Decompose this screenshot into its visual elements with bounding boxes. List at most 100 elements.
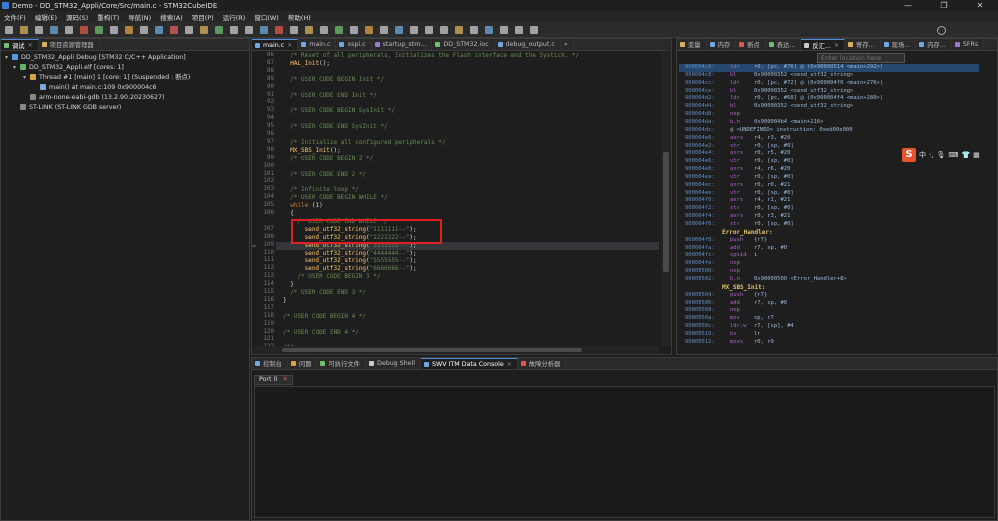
toolbar-button-icon[interactable] xyxy=(260,26,268,34)
toolbar-button-icon[interactable] xyxy=(335,26,343,34)
microphone-icon[interactable]: 🎙 xyxy=(936,151,945,159)
minimize-button[interactable]: — xyxy=(890,0,926,11)
toolbar-button-icon[interactable] xyxy=(215,26,223,34)
maximize-button[interactable]: ❐ xyxy=(926,0,962,11)
toolbar-button-icon[interactable] xyxy=(35,26,43,34)
toolbar-button-icon[interactable] xyxy=(290,26,298,34)
toolbar-button-icon[interactable] xyxy=(515,26,523,34)
debug-tree-item[interactable]: ▾ Thread #1 [main] 1 [core: 1] (Suspended… xyxy=(23,73,190,83)
toolbar-button-icon[interactable] xyxy=(140,26,148,34)
tab-disasm-tabs-3[interactable]: 表达... xyxy=(766,39,802,50)
tab-console-tabs-1[interactable]: 问题 xyxy=(288,358,318,369)
menu-item[interactable]: 搜索(A) xyxy=(160,12,183,22)
toolbar-button-icon[interactable] xyxy=(455,26,463,34)
tab-disasm-tabs-0[interactable]: 变量 xyxy=(677,39,707,50)
close-icon[interactable]: ✕ xyxy=(834,42,839,49)
toolbar-button-icon[interactable] xyxy=(245,26,253,34)
toolbar-button-icon[interactable] xyxy=(80,26,88,34)
toolbar-button-icon[interactable] xyxy=(485,26,493,34)
debug-tree-item[interactable]: ▾ DD_STM32_Appli Debug [STM32 C/C++ Appli… xyxy=(5,53,186,63)
toolbar-button-icon[interactable] xyxy=(500,26,508,34)
tab-disasm-tabs-1[interactable]: 内存 xyxy=(707,39,737,50)
toolbar-button-icon[interactable] xyxy=(95,26,103,34)
vertical-scroll-thumb[interactable] xyxy=(663,152,669,272)
toolbar-button-icon[interactable] xyxy=(470,26,478,34)
debug-tree-item[interactable]: ST-LINK (ST-LINK GDB server) xyxy=(13,103,121,113)
tab-editor-tabs-5[interactable]: debug_output.c xyxy=(495,39,561,50)
tab-disasm-tabs-7[interactable]: 内存... xyxy=(916,39,952,50)
toolbar-button-icon[interactable] xyxy=(50,26,58,34)
tab-console-tabs-0[interactable]: 控制台 xyxy=(252,358,288,369)
tab-editor-tabs-1[interactable]: main.c xyxy=(298,39,337,50)
toolbar-button-icon[interactable] xyxy=(275,26,283,34)
tab-debug-tabs-1[interactable]: 项目资源管理器 xyxy=(39,39,100,50)
ime-language-toggle[interactable]: 中 xyxy=(919,150,926,160)
toolbar-button-icon[interactable] xyxy=(530,26,538,34)
editor-vertical-scrollbar[interactable] xyxy=(661,52,671,346)
close-icon[interactable]: ✕ xyxy=(287,42,292,49)
menu-item[interactable]: 帮助(H) xyxy=(288,12,311,22)
tab-disasm-tabs-4[interactable]: 反汇... ✕ xyxy=(801,39,846,50)
toolbar-button-icon[interactable] xyxy=(5,26,13,34)
toolbar-button-icon[interactable] xyxy=(200,26,208,34)
toolbar-button-icon[interactable] xyxy=(425,26,433,34)
menu-item[interactable]: 重构(T) xyxy=(97,12,119,22)
menu-item[interactable]: 运行(R) xyxy=(223,12,246,22)
toolbar-button-icon[interactable] xyxy=(320,26,328,34)
toolbar-button-icon[interactable] xyxy=(410,26,418,34)
search-icon[interactable] xyxy=(937,26,946,35)
menu-item[interactable]: 导航(N) xyxy=(128,12,151,22)
tab-disasm-tabs-6[interactable]: 现场... xyxy=(881,39,917,50)
editor-horizontal-scrollbar[interactable] xyxy=(252,346,659,354)
tab-console-tabs-4[interactable]: SWV ITM Data Console ✕ xyxy=(421,358,518,369)
horizontal-scroll-thumb[interactable] xyxy=(282,348,582,352)
close-window-button[interactable]: ✕ xyxy=(962,0,998,11)
toolbar-button-icon[interactable] xyxy=(155,26,163,34)
menu-item[interactable]: 源码(S) xyxy=(66,12,88,22)
menu-item[interactable]: 文件(F) xyxy=(4,12,26,22)
expand-chevron-icon[interactable]: ▾ xyxy=(13,63,20,73)
toolbar-button-icon[interactable] xyxy=(185,26,193,34)
tab-editor-tabs-3[interactable]: startup_stm... xyxy=(372,39,433,50)
menu-item[interactable]: 项目(P) xyxy=(192,12,214,22)
menu-item[interactable]: 窗口(W) xyxy=(254,12,279,22)
debug-tree-item[interactable]: main() at main.c:109 0x900004c6 xyxy=(33,83,157,93)
tab-debug-tabs-0[interactable]: 调试 ✕ xyxy=(1,39,39,50)
sogou-logo-icon[interactable]: S xyxy=(902,148,916,162)
expand-chevron-icon[interactable]: ▾ xyxy=(23,73,30,83)
close-icon[interactable]: ✕ xyxy=(507,361,512,368)
tab-editor-tabs-4[interactable]: DD_STM32.ioc xyxy=(432,39,495,50)
debug-tree-item[interactable]: ▾ DD_STM32_Appli.elf [cores: 1] xyxy=(13,63,124,73)
toolbar-button-icon[interactable] xyxy=(395,26,403,34)
tab-editor-tabs-2[interactable]: xspi.c xyxy=(336,39,372,50)
close-icon[interactable]: ✕ xyxy=(28,42,33,49)
tab-disasm-tabs-8[interactable]: SFRs xyxy=(952,39,985,50)
toolbar-button-icon[interactable] xyxy=(20,26,28,34)
tab-console-tabs-2[interactable]: 可执行文件 xyxy=(317,358,366,369)
debug-tree-item[interactable]: arm-none-eabi-gdb (13.2.90.20230627) xyxy=(23,93,164,103)
toolbar-button-icon[interactable] xyxy=(380,26,388,34)
menu-item[interactable]: 编辑(E) xyxy=(35,12,57,22)
tab-console-tabs-5[interactable]: 故障分析器 xyxy=(518,358,567,369)
toolbar-button-icon[interactable] xyxy=(230,26,238,34)
tab-disasm-tabs-5[interactable]: 寄存... xyxy=(845,39,881,50)
ime-punctuation-toggle[interactable]: ·, xyxy=(929,151,933,159)
toolbar-button-icon[interactable] xyxy=(350,26,358,34)
toolbar-button-icon[interactable] xyxy=(125,26,133,34)
tab-console-tabs-3[interactable]: Debug Shell xyxy=(366,358,422,369)
tab-editor-tabs-0[interactable]: main.c ✕ xyxy=(252,39,299,50)
toolbar-button-icon[interactable] xyxy=(440,26,448,34)
ime-toolbar[interactable]: S 中 ·, 🎙 ⌨ 👕 ▦ xyxy=(902,148,998,162)
toolbar-button-icon[interactable] xyxy=(305,26,313,34)
skin-icon[interactable]: 👕 xyxy=(961,151,970,159)
keyboard-icon[interactable]: ⌨ xyxy=(948,151,958,159)
toolbar-button-icon[interactable] xyxy=(170,26,178,34)
code-area[interactable]: 86 /* Reset of all peripherals, Initializ… xyxy=(252,52,659,346)
toolbar-button-icon[interactable] xyxy=(365,26,373,34)
swv-console-output[interactable] xyxy=(254,386,995,518)
close-icon[interactable]: ✕ xyxy=(283,376,288,383)
tab-disasm-tabs-2[interactable]: 断点 xyxy=(736,39,766,50)
toolbar-button-icon[interactable] xyxy=(65,26,73,34)
port-0-tab[interactable]: Port 0 ✕ xyxy=(254,375,293,385)
expand-chevron-icon[interactable]: ▾ xyxy=(5,53,12,63)
